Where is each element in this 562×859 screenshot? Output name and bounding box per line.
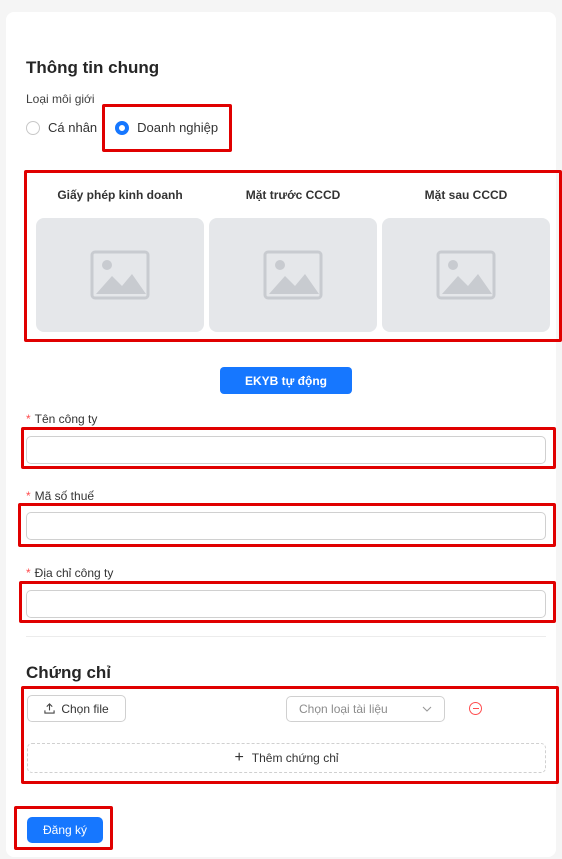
required-mark: * [26,566,31,580]
company-name-label-text: Tên công ty [34,412,98,426]
required-mark: * [26,489,31,503]
highlight-company-name [21,427,556,469]
ekyb-auto-button[interactable]: EKYB tự động [220,367,352,394]
section-title-general: Thông tin chung [26,58,160,77]
highlight-certificates [21,686,559,784]
radio-individual[interactable] [26,120,40,135]
broker-type-label: Loại môi giới [26,92,95,106]
highlight-broker-type [102,104,232,152]
tax-code-label-text: Mã số thuế [34,489,95,503]
company-address-label: * Địa chỉ công ty [26,566,113,580]
tax-code-label: * Mã số thuế [26,489,94,503]
highlight-tax-code [18,503,556,547]
highlight-register [14,806,113,850]
highlight-uploads [24,170,562,342]
company-name-label: * Tên công ty [26,412,97,426]
section-title-certificates: Chứng chỉ [26,663,112,682]
highlight-company-address [19,581,556,623]
company-address-label-text: Địa chỉ công ty [34,566,114,580]
radio-individual-label[interactable]: Cá nhân [48,120,97,135]
required-mark: * [26,412,31,426]
section-divider [26,636,546,637]
